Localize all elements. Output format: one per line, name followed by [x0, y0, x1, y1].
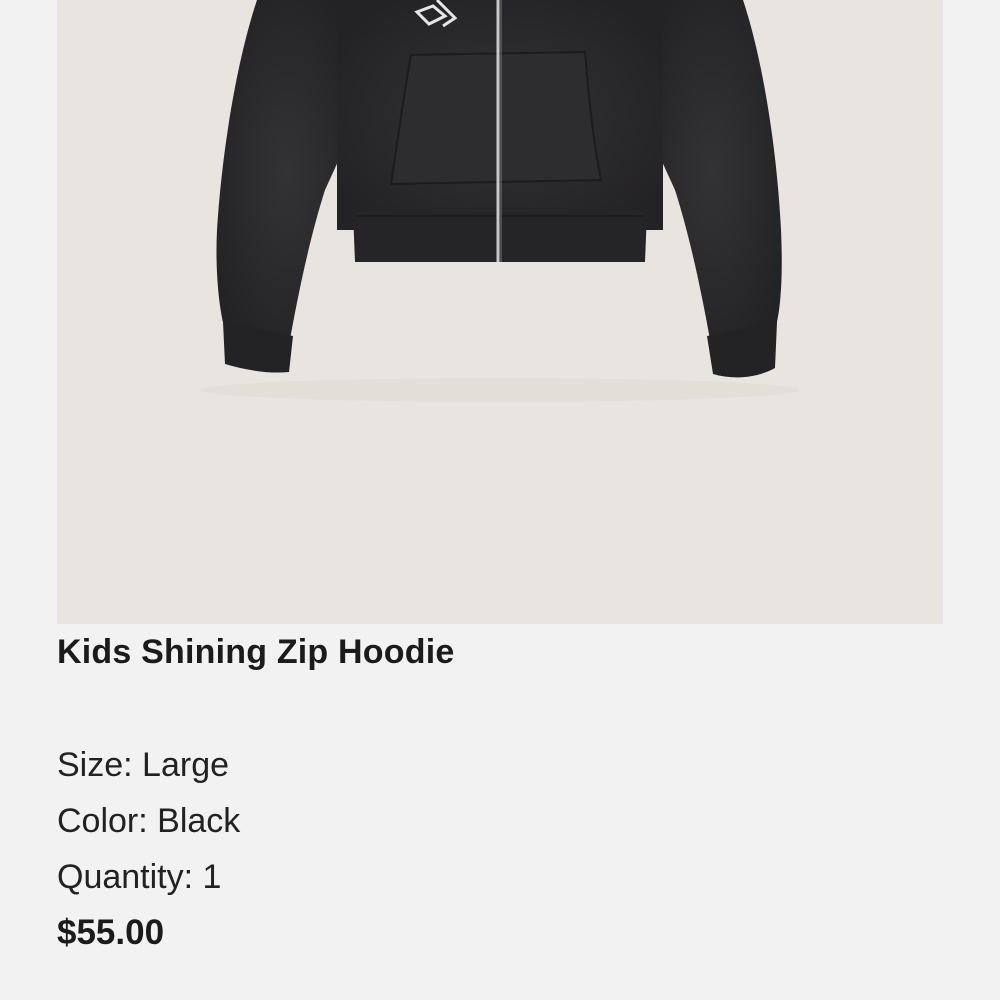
- color-detail: Color: Black: [57, 801, 240, 841]
- product-title: Kids Shining Zip Hoodie: [57, 633, 455, 671]
- size-detail: Size: Large: [57, 745, 229, 785]
- size-value: Large: [142, 746, 230, 784]
- quantity-value: 1: [202, 858, 222, 896]
- hoodie-product-photo: [200, 0, 800, 402]
- color-label: Color:: [57, 802, 148, 840]
- product-image[interactable]: [57, 0, 943, 624]
- product-price: $55.00: [57, 913, 165, 952]
- size-label: Size:: [57, 746, 133, 784]
- quantity-detail: Quantity: 1: [57, 857, 221, 897]
- color-value: Black: [157, 802, 241, 840]
- quantity-label: Quantity:: [57, 858, 194, 896]
